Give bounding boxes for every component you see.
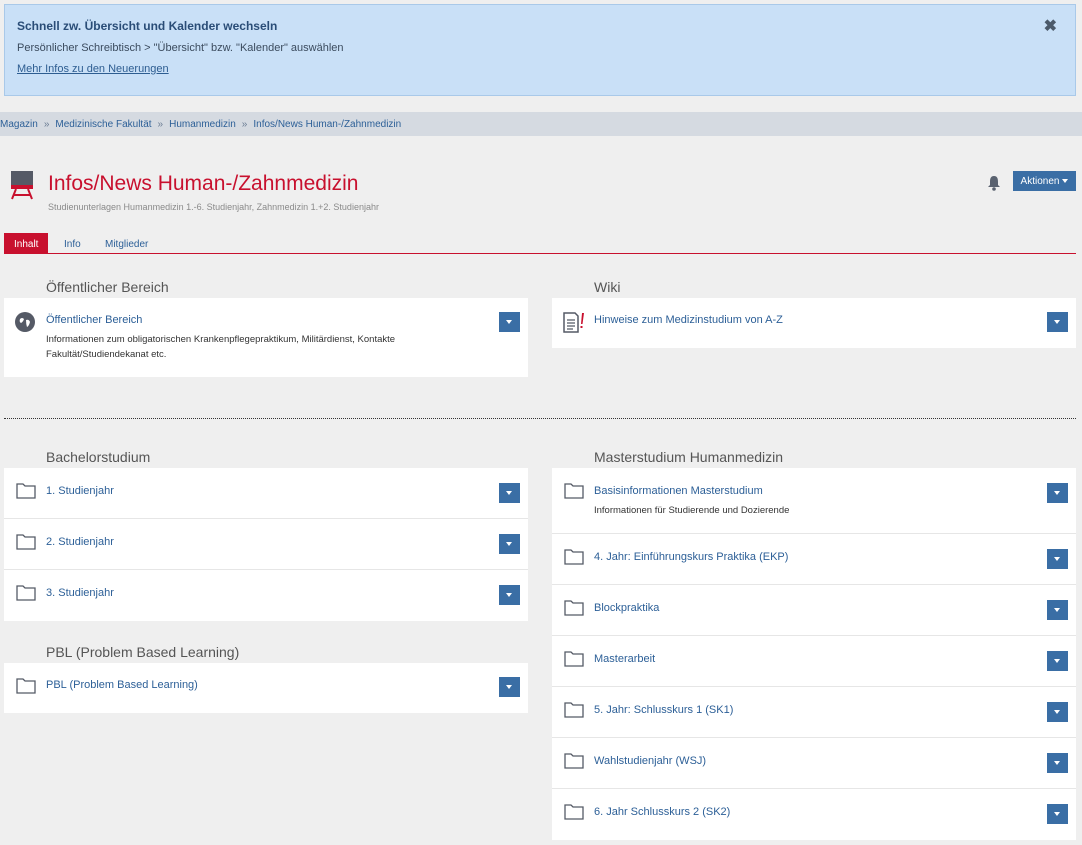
section-title-master: Masterstudium Humanmedizin [594,449,784,465]
panel-bachelor: 1. Studienjahr 2. Studienjahr 3. Studien… [4,468,528,621]
dropdown-button[interactable] [1047,483,1068,503]
close-icon[interactable]: ✖ [1044,19,1057,35]
list-item: Masterarbeit [552,636,1076,687]
item-link[interactable]: PBL (Problem Based Learning) [46,679,198,691]
folder-icon [564,549,584,565]
list-item: PBL (Problem Based Learning) [4,663,528,714]
list-item: 2. Studienjahr [4,519,528,570]
folder-icon [16,483,36,499]
course-icon [11,171,33,200]
panel-wiki: Hinweise zum Medizinstudium von A-Z [552,298,1076,348]
item-link[interactable]: 5. Jahr: Schlusskurs 1 (SK1) [594,704,733,716]
folder-icon [564,804,584,820]
folder-icon [564,753,584,769]
tab-bar: Inhalt Info Mitglieder [4,233,1076,254]
item-link[interactable]: 3. Studienjahr [46,587,114,599]
dropdown-button[interactable] [1047,804,1068,824]
section-divider [4,418,1076,419]
breadcrumb-item-current[interactable]: Infos/News Human-/Zahnmedizin [253,119,401,130]
dropdown-button[interactable] [1047,312,1068,332]
list-item: Blockpraktika [552,585,1076,636]
dropdown-button[interactable] [499,483,520,503]
section-title-pbl: PBL (Problem Based Learning) [46,644,240,660]
folder-icon [564,600,584,616]
tab-mitglieder[interactable]: Mitglieder [105,233,148,253]
list-item: Basisinformationen Masterstudium Informa… [552,468,1076,534]
dropdown-button[interactable] [1047,549,1068,569]
item-desc: Informationen für Studierende und Dozier… [594,505,790,516]
list-item: 1. Studienjahr [4,468,528,519]
section-title-bachelor: Bachelorstudium [46,449,151,465]
banner-text: Persönlicher Schreibtisch > "Übersicht" … [17,42,344,54]
item-public-desc-1: Informationen zum obligatorischen Kranke… [46,334,396,345]
folder-icon [16,678,36,694]
globe-icon [15,312,35,332]
breadcrumb: Magazin» Medizinische Fakultät» Humanmediz… [0,112,1082,136]
list-item: 4. Jahr: Einführungskurs Praktika (EKP) [552,534,1076,585]
item-link[interactable]: Wahlstudienjahr (WSJ) [594,755,706,767]
item-public-desc-2: Fakultät/Studiendekanat etc. [46,349,167,360]
banner-title: Schnell zw. Übersicht und Kalender wechs… [17,19,278,33]
section-title-public: Öffentlicher Bereich [46,279,169,295]
item-link[interactable]: 4. Jahr: Einführungskurs Praktika (EKP) [594,551,788,563]
dropdown-button[interactable] [499,312,520,332]
item-link[interactable]: 1. Studienjahr [46,485,114,497]
item-link[interactable]: Blockpraktika [594,602,659,614]
dropdown-button[interactable] [499,534,520,554]
info-banner: Schnell zw. Übersicht und Kalender wechs… [4,4,1076,96]
folder-icon [16,585,36,601]
bell-icon[interactable] [987,175,1001,191]
item-link[interactable]: Masterarbeit [594,653,655,665]
list-item: 5. Jahr: Schlusskurs 1 (SK1) [552,687,1076,738]
breadcrumb-item-fakultaet[interactable]: Medizinische Fakultät [55,119,151,130]
dropdown-button[interactable] [1047,702,1068,722]
folder-icon [16,534,36,550]
list-item: 6. Jahr Schlusskurs 2 (SK2) [552,789,1076,840]
item-link[interactable]: 6. Jahr Schlusskurs 2 (SK2) [594,806,730,818]
folder-icon [564,483,584,499]
panel-pbl: PBL (Problem Based Learning) [4,663,528,713]
chevron-down-icon [1062,178,1069,183]
item-link[interactable]: Basisinformationen Masterstudium [594,485,763,497]
folder-icon [564,702,584,718]
wiki-icon [563,312,584,333]
dropdown-button[interactable] [499,585,520,605]
section-title-wiki: Wiki [594,279,621,295]
tab-info[interactable]: Info [64,233,81,253]
panel-master: Basisinformationen Masterstudium Informa… [552,468,1076,840]
actions-button[interactable]: Aktionen [1013,171,1076,191]
dropdown-button[interactable] [1047,651,1068,671]
page-subtitle: Studienunterlagen Humanmedizin 1.-6. Stu… [48,202,379,212]
page-title: Infos/News Human-/Zahnmedizin [48,172,359,195]
item-link[interactable]: 2. Studienjahr [46,536,114,548]
more-info-link[interactable]: Mehr Infos zu den Neuerungen [17,63,169,75]
dropdown-button[interactable] [499,677,520,697]
dropdown-button[interactable] [1047,600,1068,620]
panel-public: Öffentlicher Bereich Informationen zum o… [4,298,528,377]
breadcrumb-item-magazin[interactable]: Magazin [0,119,38,130]
item-public-link[interactable]: Öffentlicher Bereich [46,314,142,326]
tab-inhalt[interactable]: Inhalt [4,233,49,253]
list-item: Wahlstudienjahr (WSJ) [552,738,1076,789]
folder-icon [564,651,584,667]
breadcrumb-item-humanmedizin[interactable]: Humanmedizin [169,119,236,130]
dropdown-button[interactable] [1047,753,1068,773]
item-wiki-link[interactable]: Hinweise zum Medizinstudium von A-Z [594,314,783,326]
list-item: 3. Studienjahr [4,570,528,621]
